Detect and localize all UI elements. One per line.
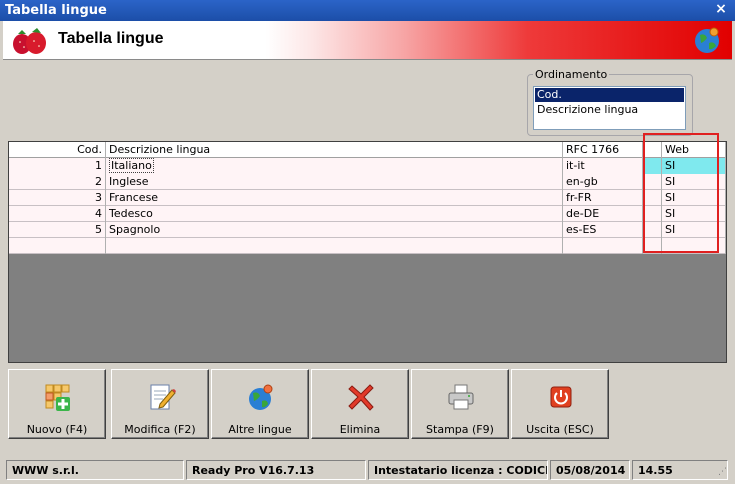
exit-button[interactable]: Uscita (ESC): [511, 369, 609, 439]
delete-button-label: Elimina: [339, 423, 381, 436]
exit-button-label: Uscita (ESC): [526, 423, 594, 436]
cell-descrizione[interactable]: Inglese: [106, 174, 563, 190]
delete-button[interactable]: Elimina: [311, 369, 409, 439]
other-languages-button[interactable]: Altre lingue: [211, 369, 309, 439]
grid-header: Cod. Descrizione lingua RFC 1766 Web: [9, 142, 726, 158]
cell-rfc[interactable]: fr-FR: [563, 190, 643, 206]
status-bar: WWW s.r.l. Ready Pro V16.7.13 Intestatar…: [3, 458, 732, 481]
new-button-label: Nuovo (F4): [26, 423, 88, 436]
print-button-label: Stampa (F9): [426, 423, 494, 436]
page-title: Tabella lingue: [58, 30, 164, 47]
cell-rfc[interactable]: es-ES: [563, 222, 643, 238]
globe-icon: [695, 27, 719, 53]
cell-descrizione[interactable]: [106, 238, 563, 254]
cell-descrizione[interactable]: Italiano: [106, 158, 563, 174]
exit-icon: [550, 386, 572, 408]
grid-rows: 1 Italiano it-it SI 2 Inglese en-gb SI 3…: [9, 158, 726, 254]
cell-descrizione[interactable]: Tedesco: [106, 206, 563, 222]
cell-descrizione[interactable]: Spagnolo: [106, 222, 563, 238]
status-version: Ready Pro V16.7.13: [186, 460, 366, 480]
status-time: 14.55: [632, 460, 728, 480]
table-row[interactable]: 2 Inglese en-gb SI: [9, 174, 726, 190]
edit-button[interactable]: Modifica (F2): [111, 369, 209, 439]
cell-cod[interactable]: 2: [9, 174, 106, 190]
strawberry-icon: [13, 28, 46, 54]
status-company: WWW s.r.l.: [6, 460, 184, 480]
table-row[interactable]: 1 Italiano it-it SI: [9, 158, 726, 174]
toolbar: Nuovo (F4) Modifica (F2) Altre lingue El…: [8, 369, 609, 439]
ordering-listbox[interactable]: Cod. Descrizione lingua: [533, 86, 686, 130]
cell-rfc[interactable]: en-gb: [563, 174, 643, 190]
ordering-option-descrizione[interactable]: Descrizione lingua: [535, 103, 684, 117]
column-header-rfc[interactable]: RFC 1766: [563, 142, 643, 158]
header-banner: Tabella lingue: [3, 21, 732, 60]
cell-cod[interactable]: [9, 238, 106, 254]
column-header-cod[interactable]: Cod.: [9, 142, 106, 158]
cell-rfc[interactable]: de-DE: [563, 206, 643, 222]
edit-document-icon: [150, 384, 176, 410]
cell-cod[interactable]: 3: [9, 190, 106, 206]
cell-cod[interactable]: 5: [9, 222, 106, 238]
cell-rfc[interactable]: [563, 238, 643, 254]
print-button[interactable]: Stampa (F9): [411, 369, 509, 439]
status-date: 05/08/2014: [550, 460, 630, 480]
title-bar: Tabella lingue ×: [0, 0, 735, 21]
window-title: Tabella lingue: [5, 3, 107, 18]
printer-icon: [448, 384, 474, 410]
cell-rfc[interactable]: it-it: [563, 158, 643, 174]
cell-descrizione-text: Italiano: [109, 158, 154, 173]
web-column-highlight: [643, 133, 719, 253]
ordering-legend: Ordinamento: [533, 68, 610, 81]
status-license: Intestatario licenza : CODICE SI: [368, 460, 548, 480]
new-grid-icon: [45, 384, 70, 411]
delete-x-icon: [348, 384, 374, 411]
ordering-option-cod[interactable]: Cod.: [535, 88, 684, 102]
table-row[interactable]: 4 Tedesco de-DE SI: [9, 206, 726, 222]
globe-icon: [249, 384, 273, 410]
languages-grid[interactable]: Cod. Descrizione lingua RFC 1766 Web 1 I…: [8, 141, 727, 363]
cell-cod[interactable]: 4: [9, 206, 106, 222]
table-row[interactable]: 3 Francese fr-FR SI: [9, 190, 726, 206]
edit-button-label: Modifica (F2): [124, 423, 196, 436]
other-languages-button-label: Altre lingue: [228, 423, 292, 436]
column-header-descrizione[interactable]: Descrizione lingua: [106, 142, 563, 158]
cell-descrizione[interactable]: Francese: [106, 190, 563, 206]
new-button[interactable]: Nuovo (F4): [8, 369, 106, 439]
table-row[interactable]: 5 Spagnolo es-ES SI: [9, 222, 726, 238]
resize-grip-icon[interactable]: ⋰: [718, 467, 730, 479]
grid-empty-area: [9, 254, 726, 362]
close-icon[interactable]: ×: [713, 1, 729, 17]
table-row-new[interactable]: [9, 238, 726, 254]
cell-cod[interactable]: 1: [9, 158, 106, 174]
